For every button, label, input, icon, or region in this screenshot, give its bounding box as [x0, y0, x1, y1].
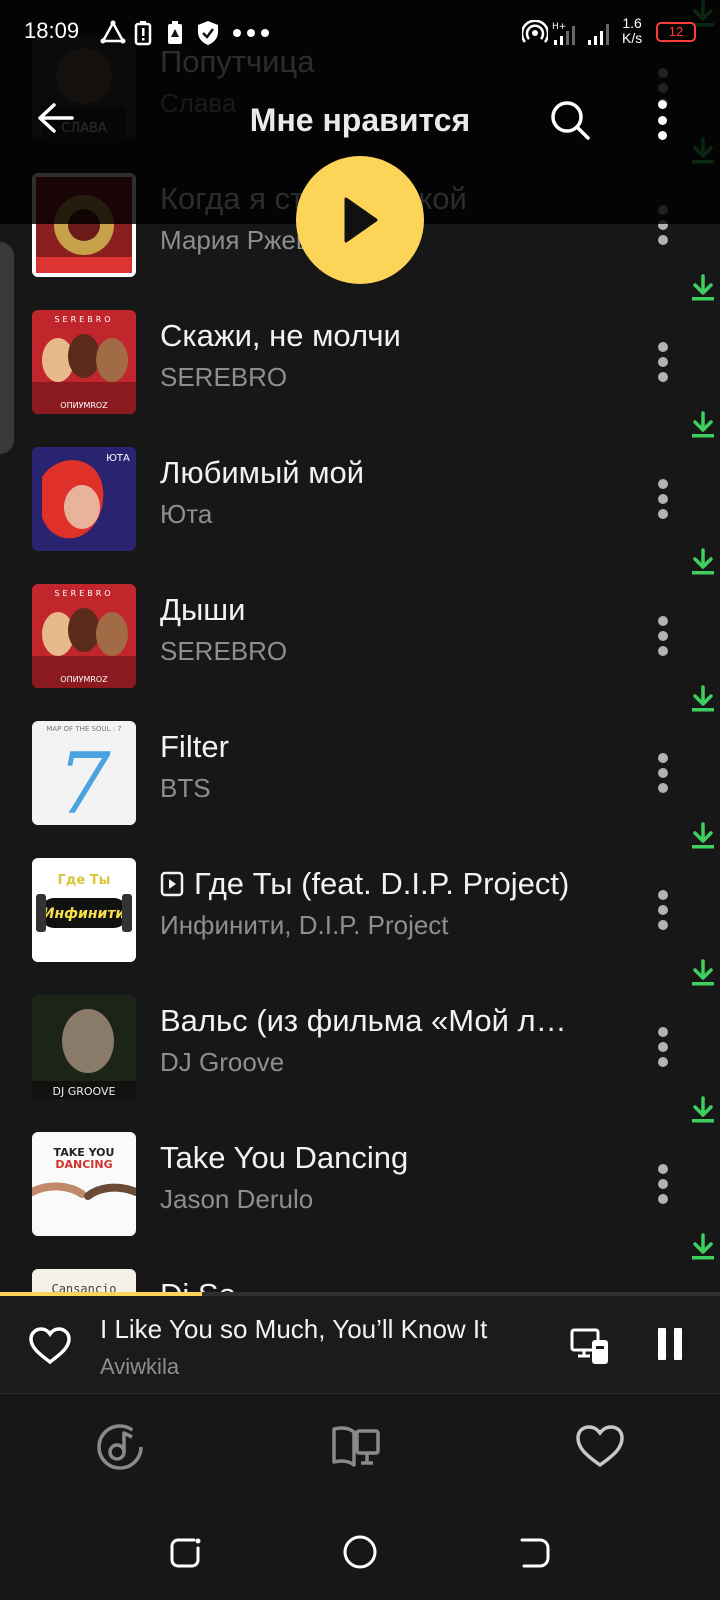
signal-1-icon: H+	[552, 22, 575, 45]
svg-text:Cansancio: Cansancio	[51, 1282, 116, 1292]
library-book-icon[interactable]	[330, 1421, 382, 1473]
hotspot-icon	[522, 20, 548, 43]
track-cover: MAP OF THE SOUL : 7 7	[32, 721, 136, 825]
track-more-button[interactable]	[648, 612, 678, 660]
svg-text:DANCING: DANCING	[55, 1158, 112, 1171]
track-row[interactable]: SEREBRO ОПИУМRОZ Дыши SEREBRO	[0, 548, 720, 697]
svg-text:7: 7	[57, 735, 111, 825]
search-icon[interactable]	[548, 98, 592, 142]
now-playing-title[interactable]: I Like You so Much, You’ll Know It	[100, 1314, 540, 1345]
track-artist: BTS	[160, 773, 211, 803]
track-more-button[interactable]	[648, 338, 678, 386]
track-title: Filter	[160, 729, 229, 764]
system-navigation-bar	[0, 1500, 720, 1600]
downloaded-icon	[692, 959, 714, 986]
battery-alert-icon	[134, 21, 152, 46]
shield-check-icon	[198, 21, 218, 45]
music-radio-icon[interactable]	[94, 1421, 146, 1473]
now-playing-artist[interactable]: Aviwkila	[100, 1354, 179, 1380]
back-nav-icon[interactable]	[516, 1534, 552, 1570]
track-artist: DJ Groove	[160, 1047, 285, 1077]
pause-button[interactable]	[656, 1326, 684, 1362]
track-title: Вальс (из фильма «Мой любимый...	[160, 1003, 570, 1038]
track-more-button[interactable]	[648, 749, 678, 797]
track-row[interactable]: CansancioyEstres Di So	[0, 1233, 720, 1292]
track-artist: SEREBRO	[160, 636, 288, 666]
track-title: Любимый мой	[160, 455, 365, 490]
favorites-heart-icon[interactable]	[574, 1421, 626, 1473]
track-more-button[interactable]	[648, 475, 678, 523]
track-title: Скажи, не молчи	[160, 318, 401, 353]
track-row[interactable]: ЮТА Любимый мой Юта	[0, 411, 720, 560]
svg-text:SEREBRO: SEREBRO	[54, 589, 113, 598]
track-cover: SEREBRO ОПИУМRОZ	[32, 310, 136, 414]
play-all-button[interactable]	[296, 156, 424, 284]
status-bar: 18:09 H+ 1.6 K/s 12	[0, 0, 720, 64]
track-artist: SEREBRO	[160, 362, 288, 392]
playback-progress-fill	[0, 1292, 202, 1296]
track-cover: SEREBRO ОПИУМRОZ	[32, 584, 136, 688]
track-row[interactable]: TAKE YOU DANCING Take You Dancing Jason Der…	[0, 1096, 720, 1245]
track-artist: Юта	[160, 499, 213, 529]
back-button[interactable]	[34, 96, 78, 140]
svg-text:Инфинити: Инфинити	[43, 906, 126, 922]
track-title: Take You Dancing	[160, 1140, 409, 1175]
playback-progress[interactable]	[0, 1292, 720, 1296]
track-row[interactable]: MAP OF THE SOUL : 7 7 Filter BTS	[0, 685, 720, 834]
downloaded-icon	[692, 274, 714, 301]
signal-2-icon	[588, 24, 609, 45]
overflow-menu-button[interactable]	[650, 98, 674, 142]
more-notifications-icon	[233, 29, 269, 37]
downloaded-icon	[692, 411, 714, 438]
downloaded-icon	[692, 822, 714, 849]
mini-player[interactable]: I Like You so Much, You’ll Know It Aviwk…	[0, 1292, 720, 1394]
track-title: Di So	[160, 1277, 570, 1292]
track-more-button[interactable]	[648, 886, 678, 934]
track-artist: Инфинити, D.I.P. Project	[160, 910, 449, 940]
track-cover: CansancioyEstres	[32, 1269, 136, 1292]
svg-text:SEREBRO: SEREBRO	[54, 315, 113, 324]
track-more-button[interactable]	[648, 1023, 678, 1071]
svg-text:ОПИУМRОZ: ОПИУМRОZ	[60, 675, 108, 684]
page-title: Мне нравится	[249, 102, 471, 138]
downloaded-icon	[692, 548, 714, 575]
track-row[interactable]: SEREBRO ОПИУМRОZ Скажи, не молчи SEREBRO	[0, 274, 720, 423]
track-row[interactable]: DJ GROOVE Вальс (из фильма «Мой любимый..…	[0, 959, 720, 1108]
track-title: Дыши	[160, 592, 246, 627]
like-heart-icon[interactable]	[28, 1326, 72, 1366]
track-cover: TAKE YOU DANCING	[32, 1132, 136, 1236]
track-more-button[interactable]	[648, 1160, 678, 1208]
svg-text:DJ GROOVE: DJ GROOVE	[53, 1085, 116, 1098]
downloaded-icon	[692, 1233, 714, 1260]
svg-text:H+: H+	[552, 22, 566, 32]
battery-indicator: 12	[656, 22, 696, 42]
network-speed: 1.6 K/s	[622, 15, 643, 46]
track-artist: Jason Derulo	[160, 1184, 314, 1214]
video-clip-icon	[160, 871, 184, 897]
track-title: Где Ты (feat. D.I.P. Project)	[160, 866, 570, 902]
network-icon	[100, 20, 126, 44]
track-row[interactable]: Где Ты Инфинити Где Ты (feat. D.I.P. Proje…	[0, 822, 720, 971]
track-cover: DJ GROOVE	[32, 995, 136, 1099]
downloaded-icon	[692, 685, 714, 712]
track-cover: Где Ты Инфинити	[32, 858, 136, 962]
svg-text:MAP OF THE SOUL : 7: MAP OF THE SOUL : 7	[46, 725, 121, 733]
side-panel-handle[interactable]	[0, 242, 14, 454]
device-output-icon[interactable]	[570, 1326, 610, 1366]
bottom-navigation	[0, 1395, 720, 1500]
status-time: 18:09	[24, 18, 80, 43]
svg-text:ОПИУМRОZ: ОПИУМRОZ	[60, 401, 108, 410]
drive-icon	[168, 21, 182, 44]
svg-text:Где Ты: Где Ты	[58, 873, 111, 888]
downloaded-icon	[692, 1096, 714, 1123]
home-icon[interactable]	[342, 1534, 378, 1570]
recent-apps-icon[interactable]	[168, 1534, 204, 1570]
track-cover: ЮТА	[32, 447, 136, 551]
play-icon	[344, 197, 378, 243]
svg-text:ЮТА: ЮТА	[106, 453, 130, 464]
